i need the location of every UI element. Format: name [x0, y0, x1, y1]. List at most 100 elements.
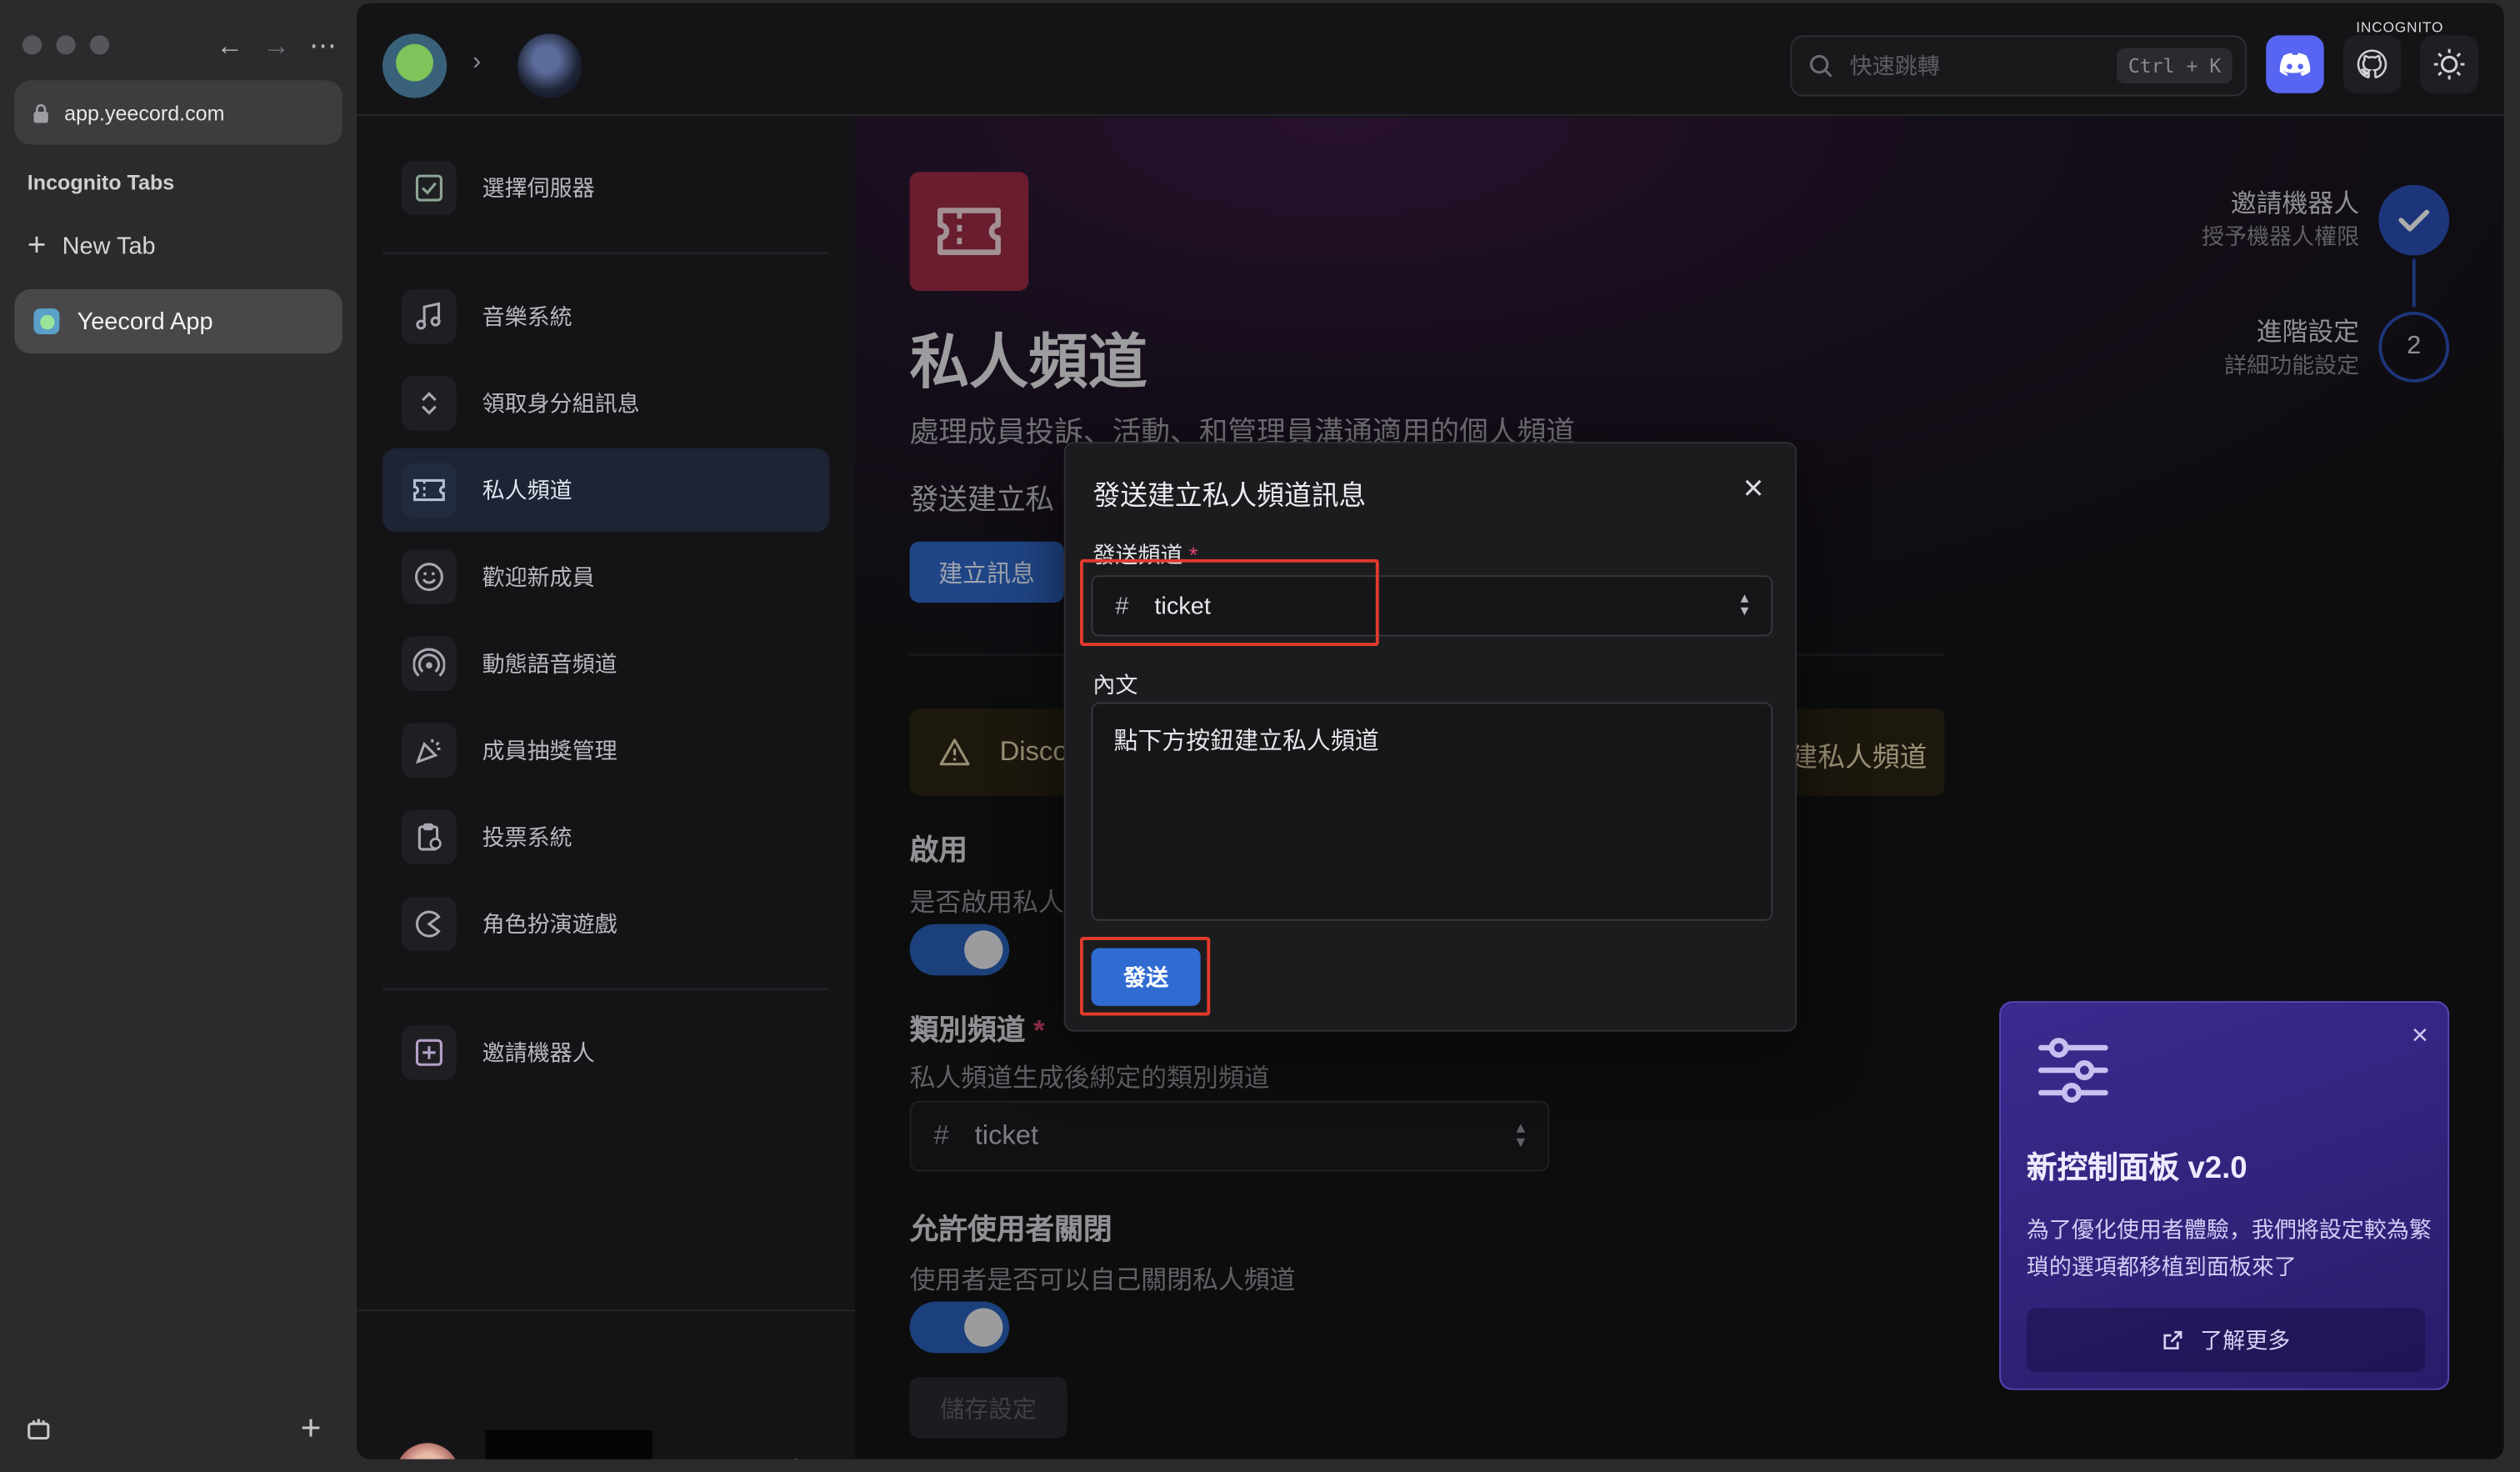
allow-close-description: 使用者是否可以自己關閉私人頻道 [909, 1268, 1296, 1295]
sidebar-divider [382, 252, 830, 254]
url-text: app.yeecord.com [64, 100, 225, 125]
learn-more-label: 了解更多 [2200, 1327, 2291, 1354]
new-tab-label: New Tab [62, 233, 156, 261]
send-section-title: 發送建立私 [909, 483, 1055, 516]
archive-icon[interactable] [26, 1416, 52, 1449]
enable-description: 是否啟用私人 [909, 890, 1064, 918]
app-logo-avatar[interactable] [382, 33, 448, 98]
tab-yeecord-app[interactable]: Yeecord App [14, 289, 342, 354]
maximize-window-button[interactable] [89, 35, 110, 55]
send-button[interactable]: 發送 [1091, 948, 1201, 1006]
sidebar-item-label: 音樂系統 [482, 303, 572, 330]
lock-icon [33, 103, 48, 123]
incognito-badge: INCOGNITO [2356, 19, 2444, 36]
sidebar-divider [382, 988, 830, 990]
sidebar-item-music[interactable]: 音樂系統 [382, 275, 829, 358]
sidebar-item-dynamic-voice[interactable]: 動態語音頻道 [382, 622, 829, 705]
sidebar-item-private-channel[interactable]: 私人頻道 [382, 448, 830, 533]
sidebar-item-label: 角色扮演遊戲 [482, 911, 618, 937]
modal-title: 發送建立私人頻道訊息 [1092, 480, 1367, 512]
select-server-item[interactable]: 選擇伺服器 [382, 146, 829, 229]
app-sidebar: 選擇伺服器 音樂系統 領取身分組訊息 私人頻道 歡迎新成員 動態語音頻道 成員抽… [357, 117, 856, 1459]
sidebar-item-invite-bot[interactable]: 邀請機器人 [382, 1011, 829, 1094]
content-textarea[interactable]: 點下方按鈕建立私人頻道 [1091, 702, 1773, 921]
step-number-badge: 2 [2378, 312, 2450, 383]
page-title: 私人頻道 [909, 329, 1148, 396]
enable-toggle[interactable] [909, 924, 1010, 976]
sun-icon [2433, 48, 2465, 80]
top-bar: › 快速跳轉 Ctrl + K INCOGNITO [357, 3, 2504, 116]
sidebar-item-label: 領取身分組訊息 [482, 390, 640, 417]
warning-icon [939, 739, 970, 766]
sidebar-item-roles[interactable]: 領取身分組訊息 [382, 362, 829, 445]
sidebar-item-label: 邀請機器人 [482, 1039, 595, 1066]
channel-select[interactable]: # ticket ▴ ▾ [1091, 575, 1773, 637]
close-icon[interactable]: × [1734, 468, 1772, 508]
github-icon [2357, 49, 2388, 79]
close-window-button[interactable] [22, 35, 42, 55]
discord-button[interactable] [2266, 35, 2324, 93]
pacman-icon [402, 896, 457, 952]
broadcast-icon [402, 636, 457, 692]
step-advanced: 進階設定 詳細功能設定 [2224, 310, 2359, 381]
step-check-icon [2378, 184, 2450, 256]
server-avatar[interactable] [518, 33, 582, 98]
promo-close-icon[interactable]: × [2412, 1019, 2428, 1052]
sidebar-item-giveaway[interactable]: 成員抽獎管理 [382, 708, 829, 792]
step-title: 邀請機器人 [2230, 191, 2360, 219]
add-tab-icon[interactable]: + [301, 1408, 322, 1449]
category-select[interactable]: # ticket ▴ ▾ [909, 1100, 1550, 1172]
promo-text: 為了優化使用者體驗，我們將設定較為繁瑣的選項都移植到面板來了 [2026, 1216, 2432, 1279]
forward-icon[interactable]: → [259, 29, 294, 64]
party-icon [402, 723, 457, 779]
user-profile-row[interactable]: › [382, 1424, 829, 1459]
back-icon[interactable]: ← [212, 29, 248, 64]
enable-title: 啟用 [909, 834, 968, 867]
sliders-icon [2038, 1038, 2108, 1103]
allow-close-title: 允許使用者關閉 [909, 1213, 1112, 1246]
theme-toggle-button[interactable] [2420, 35, 2478, 93]
plus-square-icon [402, 1025, 457, 1080]
learn-more-button[interactable]: 了解更多 [2026, 1308, 2426, 1373]
step-connector [2412, 258, 2416, 308]
create-message-button[interactable]: 建立訊息 [909, 541, 1064, 603]
chevron-updown-icon [402, 376, 457, 431]
minimize-window-button[interactable] [56, 35, 76, 55]
allow-close-toggle[interactable] [909, 1301, 1010, 1354]
yeecord-favicon-icon [33, 308, 60, 335]
channel-value: ticket [1154, 592, 1211, 620]
sidebar-item-label: 歡迎新成員 [482, 563, 595, 590]
browser-sidebar: ← → ⋯ app.yeecord.com Incognito Tabs + N… [0, 0, 358, 1472]
sidebar-divider [357, 1309, 856, 1312]
redacted-username [485, 1429, 652, 1459]
hash-icon: # [1115, 592, 1129, 620]
breadcrumb-chevron-icon: › [472, 48, 482, 76]
save-settings-button[interactable]: 儲存設定 [909, 1377, 1068, 1439]
category-value: ticket [974, 1119, 1039, 1151]
quick-jump-search[interactable]: 快速跳轉 Ctrl + K [1790, 35, 2248, 97]
user-avatar [395, 1443, 460, 1459]
search-icon [1809, 54, 1832, 78]
more-icon[interactable]: ⋯ [305, 29, 340, 64]
sidebar-item-label: 動態語音頻道 [482, 650, 618, 677]
incognito-tabs-heading: Incognito Tabs [27, 170, 175, 195]
github-button[interactable] [2342, 35, 2402, 93]
select-arrows-icon: ▴ ▾ [1516, 1118, 1526, 1153]
sidebar-item-rpg[interactable]: 角色扮演遊戲 [382, 882, 829, 965]
external-link-icon [2163, 1330, 2182, 1349]
url-bar[interactable]: app.yeecord.com [14, 80, 342, 145]
window-controls [22, 35, 110, 55]
promo-title: 新控制面板 v2.0 [2026, 1152, 2248, 1186]
step-title: 進階設定 [2256, 319, 2360, 348]
step-invite-bot: 邀請機器人 授予機器人權限 [2202, 182, 2359, 253]
plus-icon: + [27, 228, 47, 264]
new-dashboard-promo: × 新控制面板 v2.0 為了優化使用者體驗，我們將設定較為繁瑣的選項都移植到面… [1999, 1001, 2450, 1390]
discord-icon [2279, 52, 2311, 76]
sidebar-item-poll[interactable]: 投票系統 [382, 795, 829, 879]
clipboard-icon [402, 809, 457, 865]
sidebar-item-welcome[interactable]: 歡迎新成員 [382, 535, 829, 618]
select-arrows-icon: ▴ ▾ [1740, 589, 1749, 621]
ticket-hero-icon [909, 172, 1029, 291]
new-tab-button[interactable]: + New Tab [28, 228, 156, 265]
sidebar-item-label: 投票系統 [482, 824, 572, 850]
